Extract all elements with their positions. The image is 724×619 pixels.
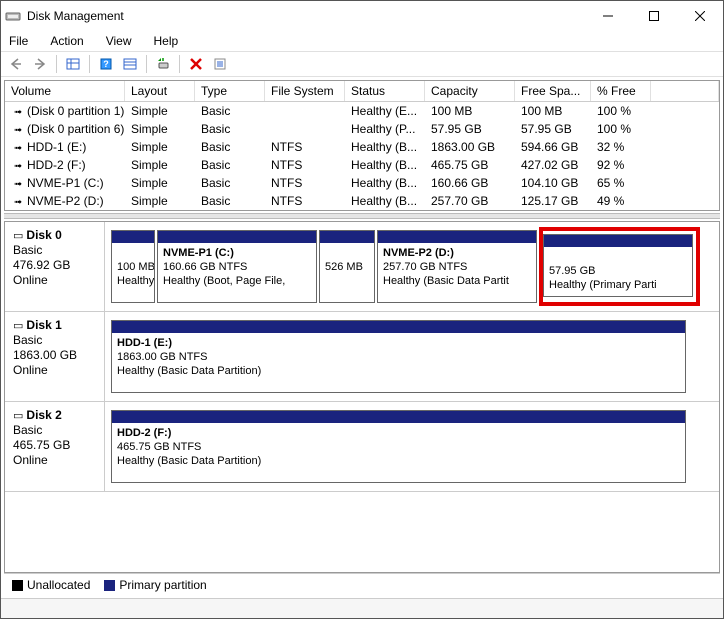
maximize-button[interactable]: [631, 1, 677, 31]
table-row[interactable]: ➟NVME-P2 (D:)SimpleBasicNTFSHealthy (B..…: [5, 192, 719, 210]
volume-icon: ➟: [11, 107, 25, 118]
table-row[interactable]: ➟(Disk 0 partition 1)SimpleBasicHealthy …: [5, 102, 719, 120]
drive-icon: ▭: [13, 230, 23, 242]
close-button[interactable]: [677, 1, 723, 31]
partition[interactable]: NVME-P2 (D:)257.70 GB NTFSHealthy (Basic…: [377, 230, 537, 303]
statusbar: [1, 598, 723, 618]
col-type[interactable]: Type: [195, 81, 265, 101]
volume-icon: ➟: [11, 143, 25, 154]
volume-table: Volume Layout Type File System Status Ca…: [4, 80, 720, 211]
disk-row: ▭Disk 2Basic465.75 GBOnlineHDD-2 (F:)465…: [5, 402, 719, 492]
menu-help[interactable]: Help: [150, 33, 183, 49]
col-free[interactable]: Free Spa...: [515, 81, 591, 101]
table-row[interactable]: ➟HDD-1 (E:)SimpleBasicNTFSHealthy (B...1…: [5, 138, 719, 156]
col-spacer: [651, 81, 719, 101]
drive-icon: ▭: [13, 410, 23, 422]
menubar: File Action View Help: [1, 31, 723, 51]
properties-icon[interactable]: [209, 53, 231, 75]
volume-icon: ➟: [11, 179, 25, 190]
graphical-view: ▭Disk 0Basic476.92 GBOnline 100 MBHealth…: [4, 221, 720, 573]
partition-stripe: [320, 231, 374, 243]
col-volume[interactable]: Volume: [5, 81, 125, 101]
toolbar-separator: [179, 55, 180, 73]
disk-management-window: Disk Management File Action View Help ? …: [0, 0, 724, 619]
disk-row: ▭Disk 0Basic476.92 GBOnline 100 MBHealth…: [5, 222, 719, 312]
partition[interactable]: NVME-P1 (C:)160.66 GB NTFSHealthy (Boot,…: [157, 230, 317, 303]
partition-stripe: [112, 411, 685, 423]
partition-stripe: [544, 235, 692, 247]
legend: Unallocated Primary partition: [4, 573, 720, 595]
partition[interactable]: 100 MBHealthy: [111, 230, 155, 303]
disk-label[interactable]: ▭Disk 2Basic465.75 GBOnline: [5, 402, 105, 491]
table-body: ➟(Disk 0 partition 1)SimpleBasicHealthy …: [5, 102, 719, 210]
volume-icon: ➟: [11, 161, 25, 172]
table-row[interactable]: ➟HDD-2 (F:)SimpleBasicNTFSHealthy (B...4…: [5, 156, 719, 174]
volume-icon: ➟: [11, 125, 25, 136]
col-pctfree[interactable]: % Free: [591, 81, 651, 101]
view-panes-icon[interactable]: [62, 53, 84, 75]
disk-partitions: HDD-1 (E:)1863.00 GB NTFSHealthy (Basic …: [105, 312, 719, 401]
delete-icon[interactable]: [185, 53, 207, 75]
refresh-icon[interactable]: [152, 53, 174, 75]
menu-view[interactable]: View: [102, 33, 136, 49]
partition[interactable]: HDD-2 (F:)465.75 GB NTFSHealthy (Basic D…: [111, 410, 686, 483]
table-header: Volume Layout Type File System Status Ca…: [5, 81, 719, 102]
disk-label[interactable]: ▭Disk 1Basic1863.00 GBOnline: [5, 312, 105, 401]
drive-icon: ▭: [13, 320, 23, 332]
highlighted-partition: 57.95 GBHealthy (Primary Parti: [539, 227, 700, 306]
disk-partitions: 100 MBHealthyNVME-P1 (C:)160.66 GB NTFSH…: [105, 222, 719, 311]
splitter[interactable]: [4, 213, 720, 219]
toolbar-separator: [146, 55, 147, 73]
list-view-icon[interactable]: [119, 53, 141, 75]
menu-file[interactable]: File: [5, 33, 32, 49]
window-title: Disk Management: [27, 9, 585, 23]
minimize-button[interactable]: [585, 1, 631, 31]
svg-text:?: ?: [103, 59, 109, 69]
table-row[interactable]: ➟(Disk 0 partition 6)SimpleBasicHealthy …: [5, 120, 719, 138]
partition[interactable]: 526 MB: [319, 230, 375, 303]
menu-action[interactable]: Action: [46, 33, 87, 49]
app-icon: [5, 8, 21, 24]
content-area: Volume Layout Type File System Status Ca…: [1, 77, 723, 598]
volume-icon: ➟: [11, 197, 25, 208]
table-row[interactable]: ➟NVME-P1 (C:)SimpleBasicNTFSHealthy (B..…: [5, 174, 719, 192]
partition-stripe: [158, 231, 316, 243]
disk-label[interactable]: ▭Disk 0Basic476.92 GBOnline: [5, 222, 105, 311]
partition-stripe: [112, 231, 154, 243]
partition[interactable]: HDD-1 (E:)1863.00 GB NTFSHealthy (Basic …: [111, 320, 686, 393]
legend-unallocated: Unallocated: [12, 578, 90, 592]
toolbar-separator: [89, 55, 90, 73]
back-button[interactable]: [5, 53, 27, 75]
partition-stripe: [378, 231, 536, 243]
help-icon[interactable]: ?: [95, 53, 117, 75]
disk-row: ▭Disk 1Basic1863.00 GBOnlineHDD-1 (E:)18…: [5, 312, 719, 402]
titlebar[interactable]: Disk Management: [1, 1, 723, 31]
toolbar: ?: [1, 51, 723, 77]
window-controls: [585, 1, 723, 31]
col-status[interactable]: Status: [345, 81, 425, 101]
col-layout[interactable]: Layout: [125, 81, 195, 101]
partition[interactable]: 57.95 GBHealthy (Primary Parti: [543, 234, 693, 297]
partition-stripe: [112, 321, 685, 333]
toolbar-separator: [56, 55, 57, 73]
col-filesystem[interactable]: File System: [265, 81, 345, 101]
legend-primary: Primary partition: [104, 578, 206, 592]
col-capacity[interactable]: Capacity: [425, 81, 515, 101]
disk-partitions: HDD-2 (F:)465.75 GB NTFSHealthy (Basic D…: [105, 402, 719, 491]
forward-button[interactable]: [29, 53, 51, 75]
